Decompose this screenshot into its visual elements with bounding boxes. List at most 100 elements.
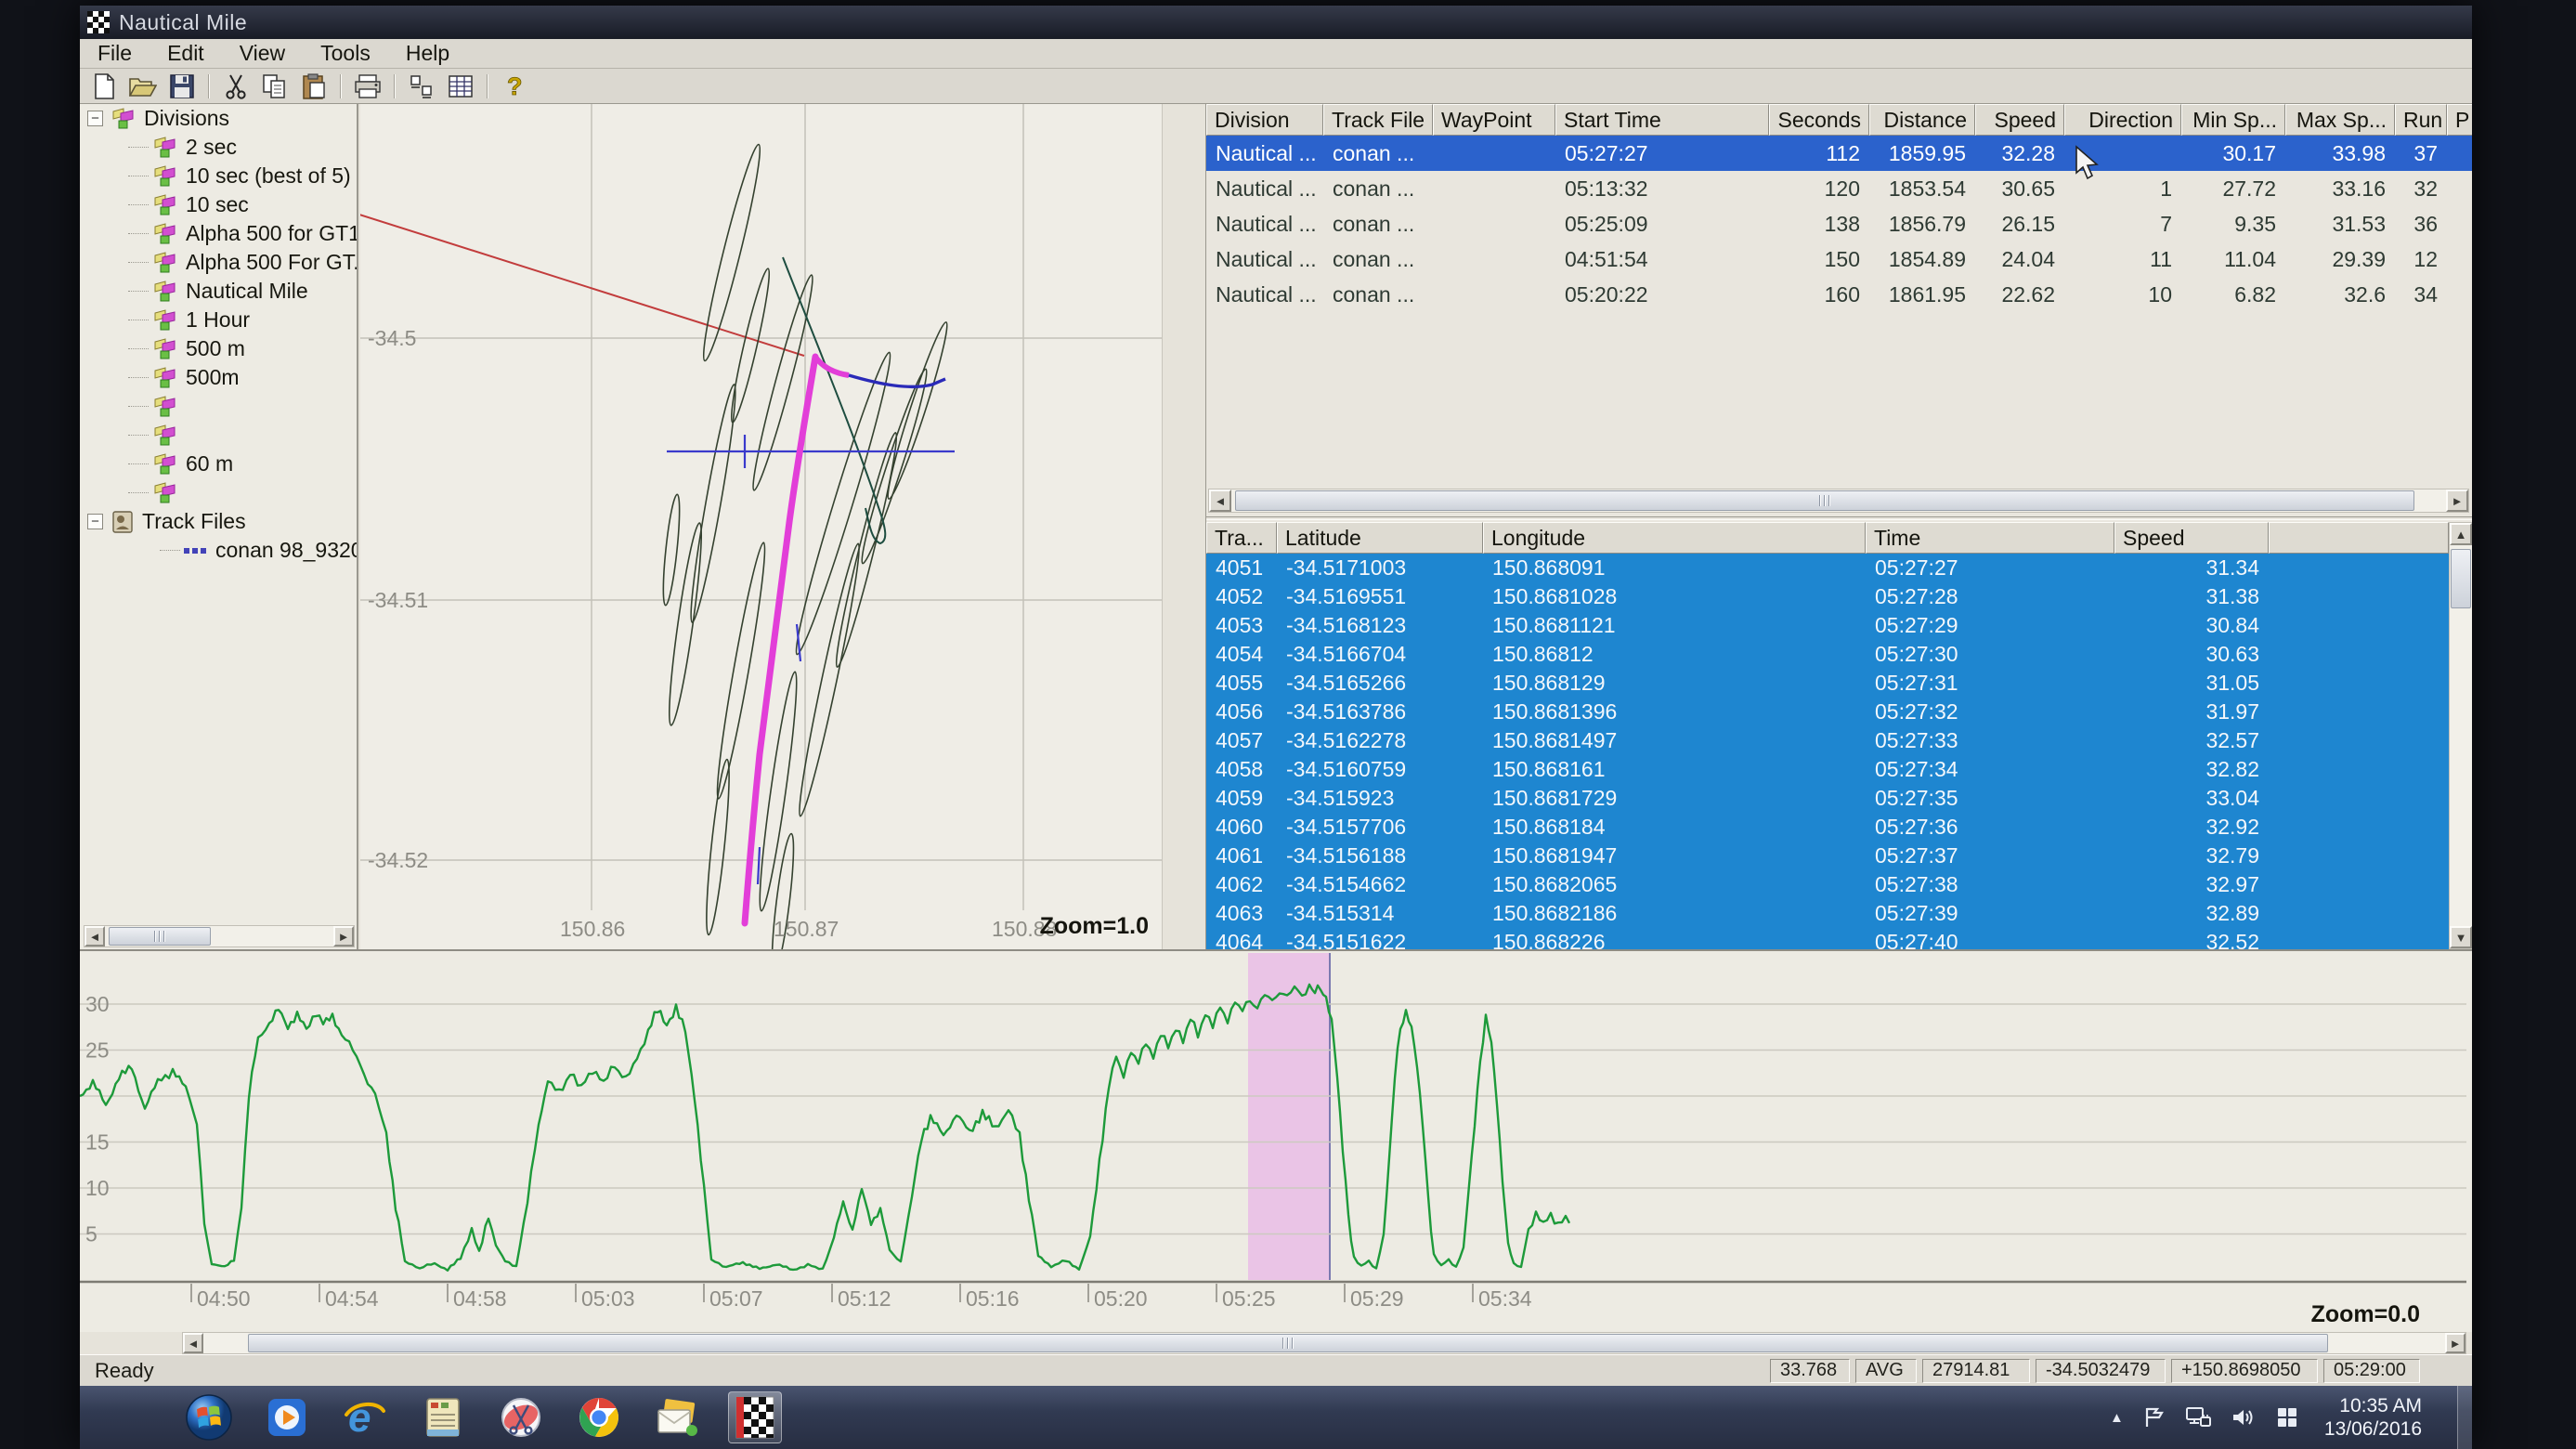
collapse-icon[interactable]: − xyxy=(87,111,103,126)
taskbar-chrome[interactable] xyxy=(572,1391,626,1443)
runs-column-header-waypoint[interactable]: WayPoint xyxy=(1433,104,1555,136)
runs-column-header-direction[interactable]: Direction xyxy=(2064,104,2181,136)
tree-root-divisions[interactable]: −Divisions xyxy=(80,104,357,133)
runs-column-header-run[interactable]: Run xyxy=(2395,104,2447,136)
runs-horizontal-scrollbar[interactable]: ◄ ► xyxy=(1208,489,2469,513)
action-center-flag-icon[interactable] xyxy=(2144,1406,2165,1429)
menu-item-view[interactable]: View xyxy=(222,39,303,67)
taskbar-snipping-tool[interactable] xyxy=(494,1391,548,1443)
points-table-row[interactable]: 4052-34.5169551150.868102805:27:2831.38 xyxy=(1206,582,2449,611)
collapse-icon[interactable]: − xyxy=(87,514,103,529)
speed-graph-panel[interactable]: 30251510504:5004:5404:5805:0305:0705:120… xyxy=(80,949,2472,1332)
print-button[interactable] xyxy=(349,72,386,101)
taskbar-clock[interactable]: 10:35 AM 13/06/2016 xyxy=(2324,1394,2422,1441)
scroll-left-icon[interactable]: ◄ xyxy=(183,1333,203,1353)
points-table-row[interactable]: 4060-34.5157706150.86818405:27:3632.92 xyxy=(1206,813,2449,842)
save-file-button[interactable] xyxy=(163,72,201,101)
scroll-left-icon[interactable]: ◄ xyxy=(1209,490,1231,512)
tree-scrollbar-thumb[interactable] xyxy=(109,927,211,946)
paste-button[interactable] xyxy=(295,72,332,101)
runs-column-header-p[interactable]: P xyxy=(2447,104,2472,136)
points-column-header-longitude[interactable]: Longitude xyxy=(1483,522,1866,554)
graph-scrollbar-thumb[interactable] xyxy=(248,1334,2328,1352)
points-column-header-speed[interactable]: Speed xyxy=(2114,522,2269,554)
taskbar-notes-app[interactable] xyxy=(416,1391,470,1443)
points-table-row[interactable]: 4058-34.5160759150.86816105:27:3432.82 xyxy=(1206,755,2449,784)
tree-item-blank-12[interactable] xyxy=(80,478,357,507)
runs-column-header-speed[interactable]: Speed xyxy=(1975,104,2064,136)
runs-column-header-track-file[interactable]: Track File xyxy=(1323,104,1433,136)
points-table-row[interactable]: 4055-34.5165266150.86812905:27:3131.05 xyxy=(1206,669,2449,698)
scroll-left-icon[interactable]: ◄ xyxy=(85,926,105,946)
tree-item-blank-9[interactable] xyxy=(80,392,357,421)
points-table-row[interactable]: 4059-34.515923150.868172905:27:3533.04 xyxy=(1206,784,2449,813)
network-icon[interactable] xyxy=(2185,1406,2211,1429)
tree-item-alpha-500-for-gt1[interactable]: Alpha 500 for GT1 xyxy=(80,219,357,248)
points-column-header-latitude[interactable]: Latitude xyxy=(1277,522,1483,554)
points-table-row[interactable]: 4057-34.5162278150.868149705:27:3332.57 xyxy=(1206,726,2449,755)
tray-show-hidden-icons[interactable]: ▲ xyxy=(2110,1410,2124,1426)
tree-item-1-hour[interactable]: 1 Hour xyxy=(80,306,357,334)
tree-item-alpha-500-for-gt-[interactable]: Alpha 500 For GT. xyxy=(80,248,357,277)
runs-table-row[interactable]: Nautical ...conan ...05:25:091381856.792… xyxy=(1206,206,2472,242)
tree-item-blank-10[interactable] xyxy=(80,421,357,450)
runs-table-row[interactable]: Nautical ...conan ...05:13:321201853.543… xyxy=(1206,171,2472,206)
menu-item-tools[interactable]: Tools xyxy=(303,39,388,67)
cut-button[interactable] xyxy=(217,72,254,101)
points-table-row[interactable]: 4063-34.515314150.868218605:27:3932.89 xyxy=(1206,899,2449,928)
runs-table-row[interactable]: Nautical ...conan ...04:51:541501854.892… xyxy=(1206,242,2472,277)
points-vertical-scrollbar[interactable]: ▲ ▼ xyxy=(2449,522,2472,949)
desktop-panes-icon[interactable] xyxy=(2276,1406,2298,1429)
tree-item-nautical-mile[interactable]: Nautical Mile xyxy=(80,277,357,306)
start-button[interactable] xyxy=(182,1391,236,1443)
points-column-header-time[interactable]: Time xyxy=(1866,522,2114,554)
taskbar-mail[interactable] xyxy=(650,1391,704,1443)
tree-horizontal-scrollbar[interactable]: ◄ ► xyxy=(84,925,355,947)
taskbar-media-player[interactable] xyxy=(260,1391,314,1443)
points-table-row[interactable]: 4051-34.5171003150.86809105:27:2731.34 xyxy=(1206,554,2449,582)
scroll-right-icon[interactable]: ► xyxy=(2445,1333,2465,1353)
show-desktop-button[interactable] xyxy=(2457,1386,2472,1449)
tree-item-10-sec-best-of-5-[interactable]: 10 sec (best of 5) xyxy=(80,162,357,190)
tree-item-60-m[interactable]: 60 m xyxy=(80,450,357,478)
runs-column-header-max-sp-[interactable]: Max Sp... xyxy=(2285,104,2395,136)
tree-item-500m[interactable]: 500m xyxy=(80,363,357,392)
tree-item-track-file[interactable]: conan 98_932001... xyxy=(80,536,357,565)
points-table-row[interactable]: 4056-34.5163786150.868139605:27:3231.97 xyxy=(1206,698,2449,726)
tree-item-10-sec[interactable]: 10 sec xyxy=(80,190,357,219)
data-grid-button[interactable] xyxy=(442,72,479,101)
taskbar-nautical-mile-app[interactable] xyxy=(728,1391,782,1443)
graph-horizontal-scrollbar[interactable]: ◄ ► xyxy=(80,1332,2472,1354)
runs-column-header-start-time[interactable]: Start Time xyxy=(1555,104,1769,136)
help-button[interactable]: ? xyxy=(496,72,533,101)
menu-item-help[interactable]: Help xyxy=(388,39,467,67)
tree-root-track-files[interactable]: −Track Files xyxy=(80,507,357,536)
points-table-row[interactable]: 4062-34.5154662150.868206505:27:3832.97 xyxy=(1206,870,2449,899)
runs-scrollbar-thumb[interactable] xyxy=(1235,490,2414,511)
scroll-down-icon[interactable]: ▼ xyxy=(2450,926,2472,948)
new-file-button[interactable] xyxy=(85,72,123,101)
runs-column-header-distance[interactable]: Distance xyxy=(1869,104,1975,136)
taskbar-internet-explorer[interactable]: e xyxy=(338,1391,392,1443)
runs-table-row[interactable]: Nautical ...conan ...05:27:271121859.953… xyxy=(1206,136,2472,171)
open-file-button[interactable] xyxy=(124,72,162,101)
menu-item-file[interactable]: File xyxy=(80,39,150,67)
track-map-panel[interactable]: -34.5 -34.51 -34.52 150.86 150.87 150.88… xyxy=(360,104,1162,949)
scroll-right-icon[interactable]: ► xyxy=(333,926,354,946)
menu-item-edit[interactable]: Edit xyxy=(150,39,222,67)
window-titlebar[interactable]: Nautical Mile xyxy=(80,6,2472,39)
runs-column-header-min-sp-[interactable]: Min Sp... xyxy=(2181,104,2285,136)
points-table-row[interactable]: 4064-34.5151622150.86822605:27:4032.52 xyxy=(1206,928,2449,949)
tree-item-2-sec[interactable]: 2 sec xyxy=(80,133,357,162)
scroll-up-icon[interactable]: ▲ xyxy=(2450,523,2472,545)
points-column-header-tra-[interactable]: Tra... xyxy=(1206,522,1277,554)
points-table-row[interactable]: 4053-34.5168123150.868112105:27:2930.84 xyxy=(1206,611,2449,640)
copy-button[interactable] xyxy=(256,72,293,101)
runs-column-header-division[interactable]: Division xyxy=(1206,104,1323,136)
tree-item-500-m[interactable]: 500 m xyxy=(80,334,357,363)
points-table-row[interactable]: 4054-34.5166704150.8681205:27:3030.63 xyxy=(1206,640,2449,669)
volume-icon[interactable] xyxy=(2231,1406,2256,1429)
points-table-row[interactable]: 4061-34.5156188150.868194705:27:3732.79 xyxy=(1206,842,2449,870)
waypoint-toggle-button[interactable] xyxy=(403,72,440,101)
runs-table-row[interactable]: Nautical ...conan ...05:20:221601861.952… xyxy=(1206,277,2472,312)
